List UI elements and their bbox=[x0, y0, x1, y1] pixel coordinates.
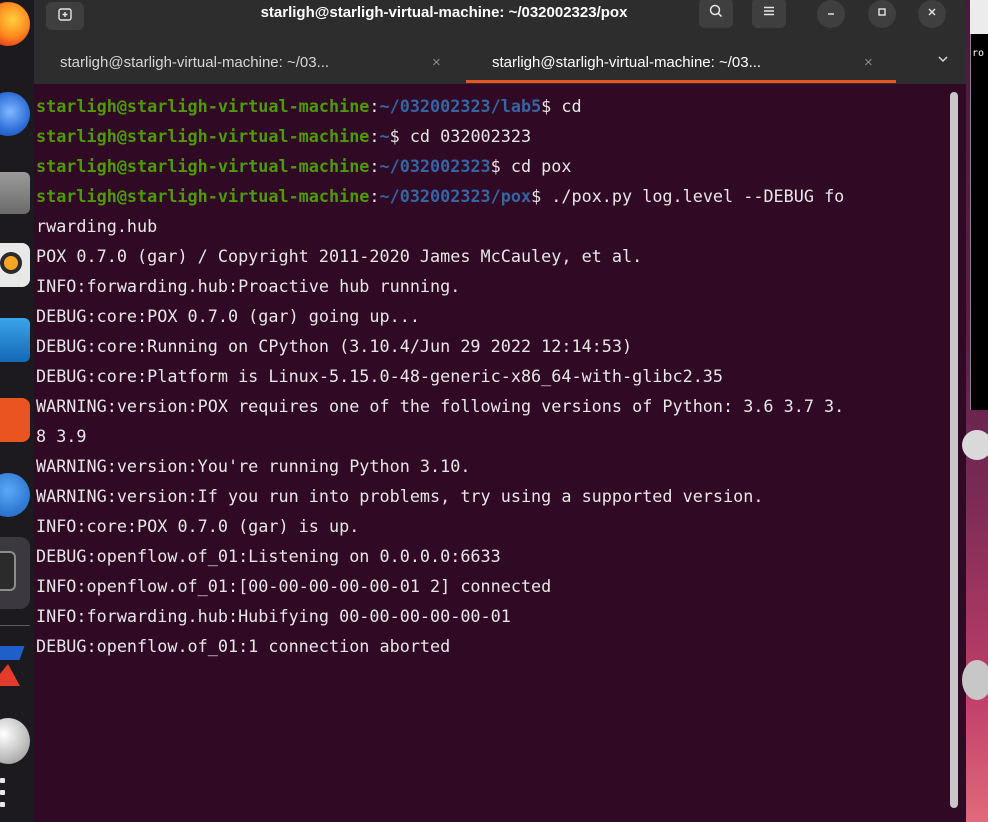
close-button[interactable] bbox=[918, 0, 946, 28]
tab-list-button[interactable] bbox=[936, 52, 950, 70]
output-line: WARNING:version:You're running Python 3.… bbox=[36, 456, 471, 476]
prompt-command: $ cd bbox=[541, 96, 582, 116]
maximize-icon bbox=[876, 6, 888, 22]
new-tab-icon bbox=[57, 6, 73, 26]
prompt-command: $ cd pox bbox=[490, 156, 572, 176]
output-line: INFO:core:POX 0.7.0 (gar) is up. bbox=[36, 516, 360, 536]
output-line: WARNING:version:If you run into problems… bbox=[36, 486, 764, 506]
tab-label: starligh@starligh-virtual-machine: ~/03.… bbox=[492, 54, 762, 71]
prompt-line: starligh@starligh-virtual-machine:~/0320… bbox=[36, 156, 571, 176]
tab-close-icon[interactable]: × bbox=[432, 46, 441, 80]
files-icon[interactable] bbox=[0, 172, 30, 214]
output-line: DEBUG:openflow.of_01:1 connection aborte… bbox=[36, 636, 451, 656]
help-icon[interactable] bbox=[0, 473, 30, 517]
output-line: INFO:forwarding.hub:Hubifying 00-00-00-0… bbox=[36, 606, 511, 626]
output-line: INFO:forwarding.hub:Proactive hub runnin… bbox=[36, 276, 461, 296]
prompt-command: $ cd 032002323 bbox=[389, 126, 532, 146]
tab-2[interactable]: starligh@starligh-virtual-machine: ~/03.… bbox=[466, 46, 896, 84]
prompt-line: starligh@starligh-virtual-machine:~/0320… bbox=[36, 96, 582, 116]
prompt-user: starligh@starligh-virtual-machine bbox=[36, 156, 370, 176]
wallpaper-shape bbox=[962, 660, 988, 700]
tab-label: starligh@starligh-virtual-machine: ~/03.… bbox=[60, 54, 330, 71]
output-line: DEBUG:openflow.of_01:Listening on 0.0.0.… bbox=[36, 546, 501, 566]
software-center-icon[interactable] bbox=[0, 398, 30, 442]
prompt-colon: : bbox=[369, 96, 380, 116]
prompt-colon: : bbox=[369, 126, 380, 146]
show-apps-icon[interactable] bbox=[0, 776, 14, 812]
window-title: starligh@starligh-virtual-machine: ~/032… bbox=[260, 4, 628, 21]
background-window[interactable] bbox=[970, 34, 988, 410]
prompt-path: ~/032002323/lab5 bbox=[379, 96, 542, 116]
output-line: 8 3.9 bbox=[36, 426, 87, 446]
thunderbird-icon[interactable] bbox=[0, 92, 30, 136]
terminal-icon[interactable] bbox=[0, 551, 16, 591]
hamburger-menu-icon bbox=[762, 4, 776, 22]
background-window-text: ro bbox=[972, 48, 985, 59]
prompt-line: starligh@starligh-virtual-machine:~/0320… bbox=[36, 186, 844, 206]
terminal-content[interactable]: starligh@starligh-virtual-machine:~/0320… bbox=[34, 86, 954, 822]
tab-bar: starligh@starligh-virtual-machine: ~/03.… bbox=[34, 42, 966, 84]
output-line: WARNING:version:POX requires one of the … bbox=[36, 396, 845, 416]
output-line: DEBUG:core:Platform is Linux-5.15.0-48-g… bbox=[36, 366, 724, 386]
new-tab-button[interactable] bbox=[46, 2, 84, 30]
search-button[interactable] bbox=[699, 0, 733, 28]
minimize-button[interactable] bbox=[817, 0, 845, 28]
dock bbox=[0, 0, 34, 822]
prompt-line: starligh@starligh-virtual-machine:~$ cd … bbox=[36, 126, 531, 146]
tab-close-icon[interactable]: × bbox=[864, 46, 873, 80]
output-line: DEBUG:core:Running on CPython (3.10.4/Ju… bbox=[36, 336, 633, 356]
prompt-colon: : bbox=[369, 186, 380, 206]
output-line: INFO:openflow.of_01:[00-00-00-00-00-01 2… bbox=[36, 576, 552, 596]
prompt-user: starligh@starligh-virtual-machine bbox=[36, 96, 370, 116]
close-icon bbox=[926, 6, 938, 22]
output-line: rwarding.hub bbox=[36, 216, 158, 236]
prompt-path: ~ bbox=[379, 126, 390, 146]
wallpaper-shape bbox=[962, 430, 988, 460]
disk-icon[interactable] bbox=[0, 718, 30, 764]
chevron-down-icon bbox=[936, 54, 950, 70]
tab-1[interactable]: starligh@starligh-virtual-machine: ~/03.… bbox=[34, 46, 466, 84]
minimize-icon bbox=[825, 6, 837, 22]
prompt-colon: : bbox=[369, 156, 380, 176]
maximize-button[interactable] bbox=[868, 0, 896, 28]
output-line: POX 0.7.0 (gar) / Copyright 2011-2020 Ja… bbox=[36, 246, 643, 266]
dock-separator bbox=[0, 625, 30, 626]
prompt-command: $ ./pox.py log.level --DEBUG fo bbox=[531, 186, 845, 206]
menu-button[interactable] bbox=[752, 0, 786, 28]
scrollbar[interactable] bbox=[950, 92, 958, 808]
prompt-path: ~/032002323 bbox=[379, 156, 491, 176]
terminal-window: starligh@starligh-virtual-machine: ~/032… bbox=[34, 0, 966, 822]
firefox-icon[interactable] bbox=[0, 2, 30, 46]
prompt-path: ~/032002323/pox bbox=[379, 186, 532, 206]
rhythmbox-icon[interactable] bbox=[0, 243, 30, 287]
prompt-user: starligh@starligh-virtual-machine bbox=[36, 126, 370, 146]
output-line: DEBUG:core:POX 0.7.0 (gar) going up... bbox=[36, 306, 420, 326]
background-window-titlebar[interactable] bbox=[970, 0, 988, 34]
search-icon bbox=[708, 3, 724, 23]
libreoffice-writer-icon[interactable] bbox=[0, 318, 30, 362]
wireshark-icon[interactable] bbox=[0, 640, 22, 690]
prompt-user: starligh@starligh-virtual-machine bbox=[36, 186, 370, 206]
title-bar: starligh@starligh-virtual-machine: ~/032… bbox=[34, 0, 966, 42]
